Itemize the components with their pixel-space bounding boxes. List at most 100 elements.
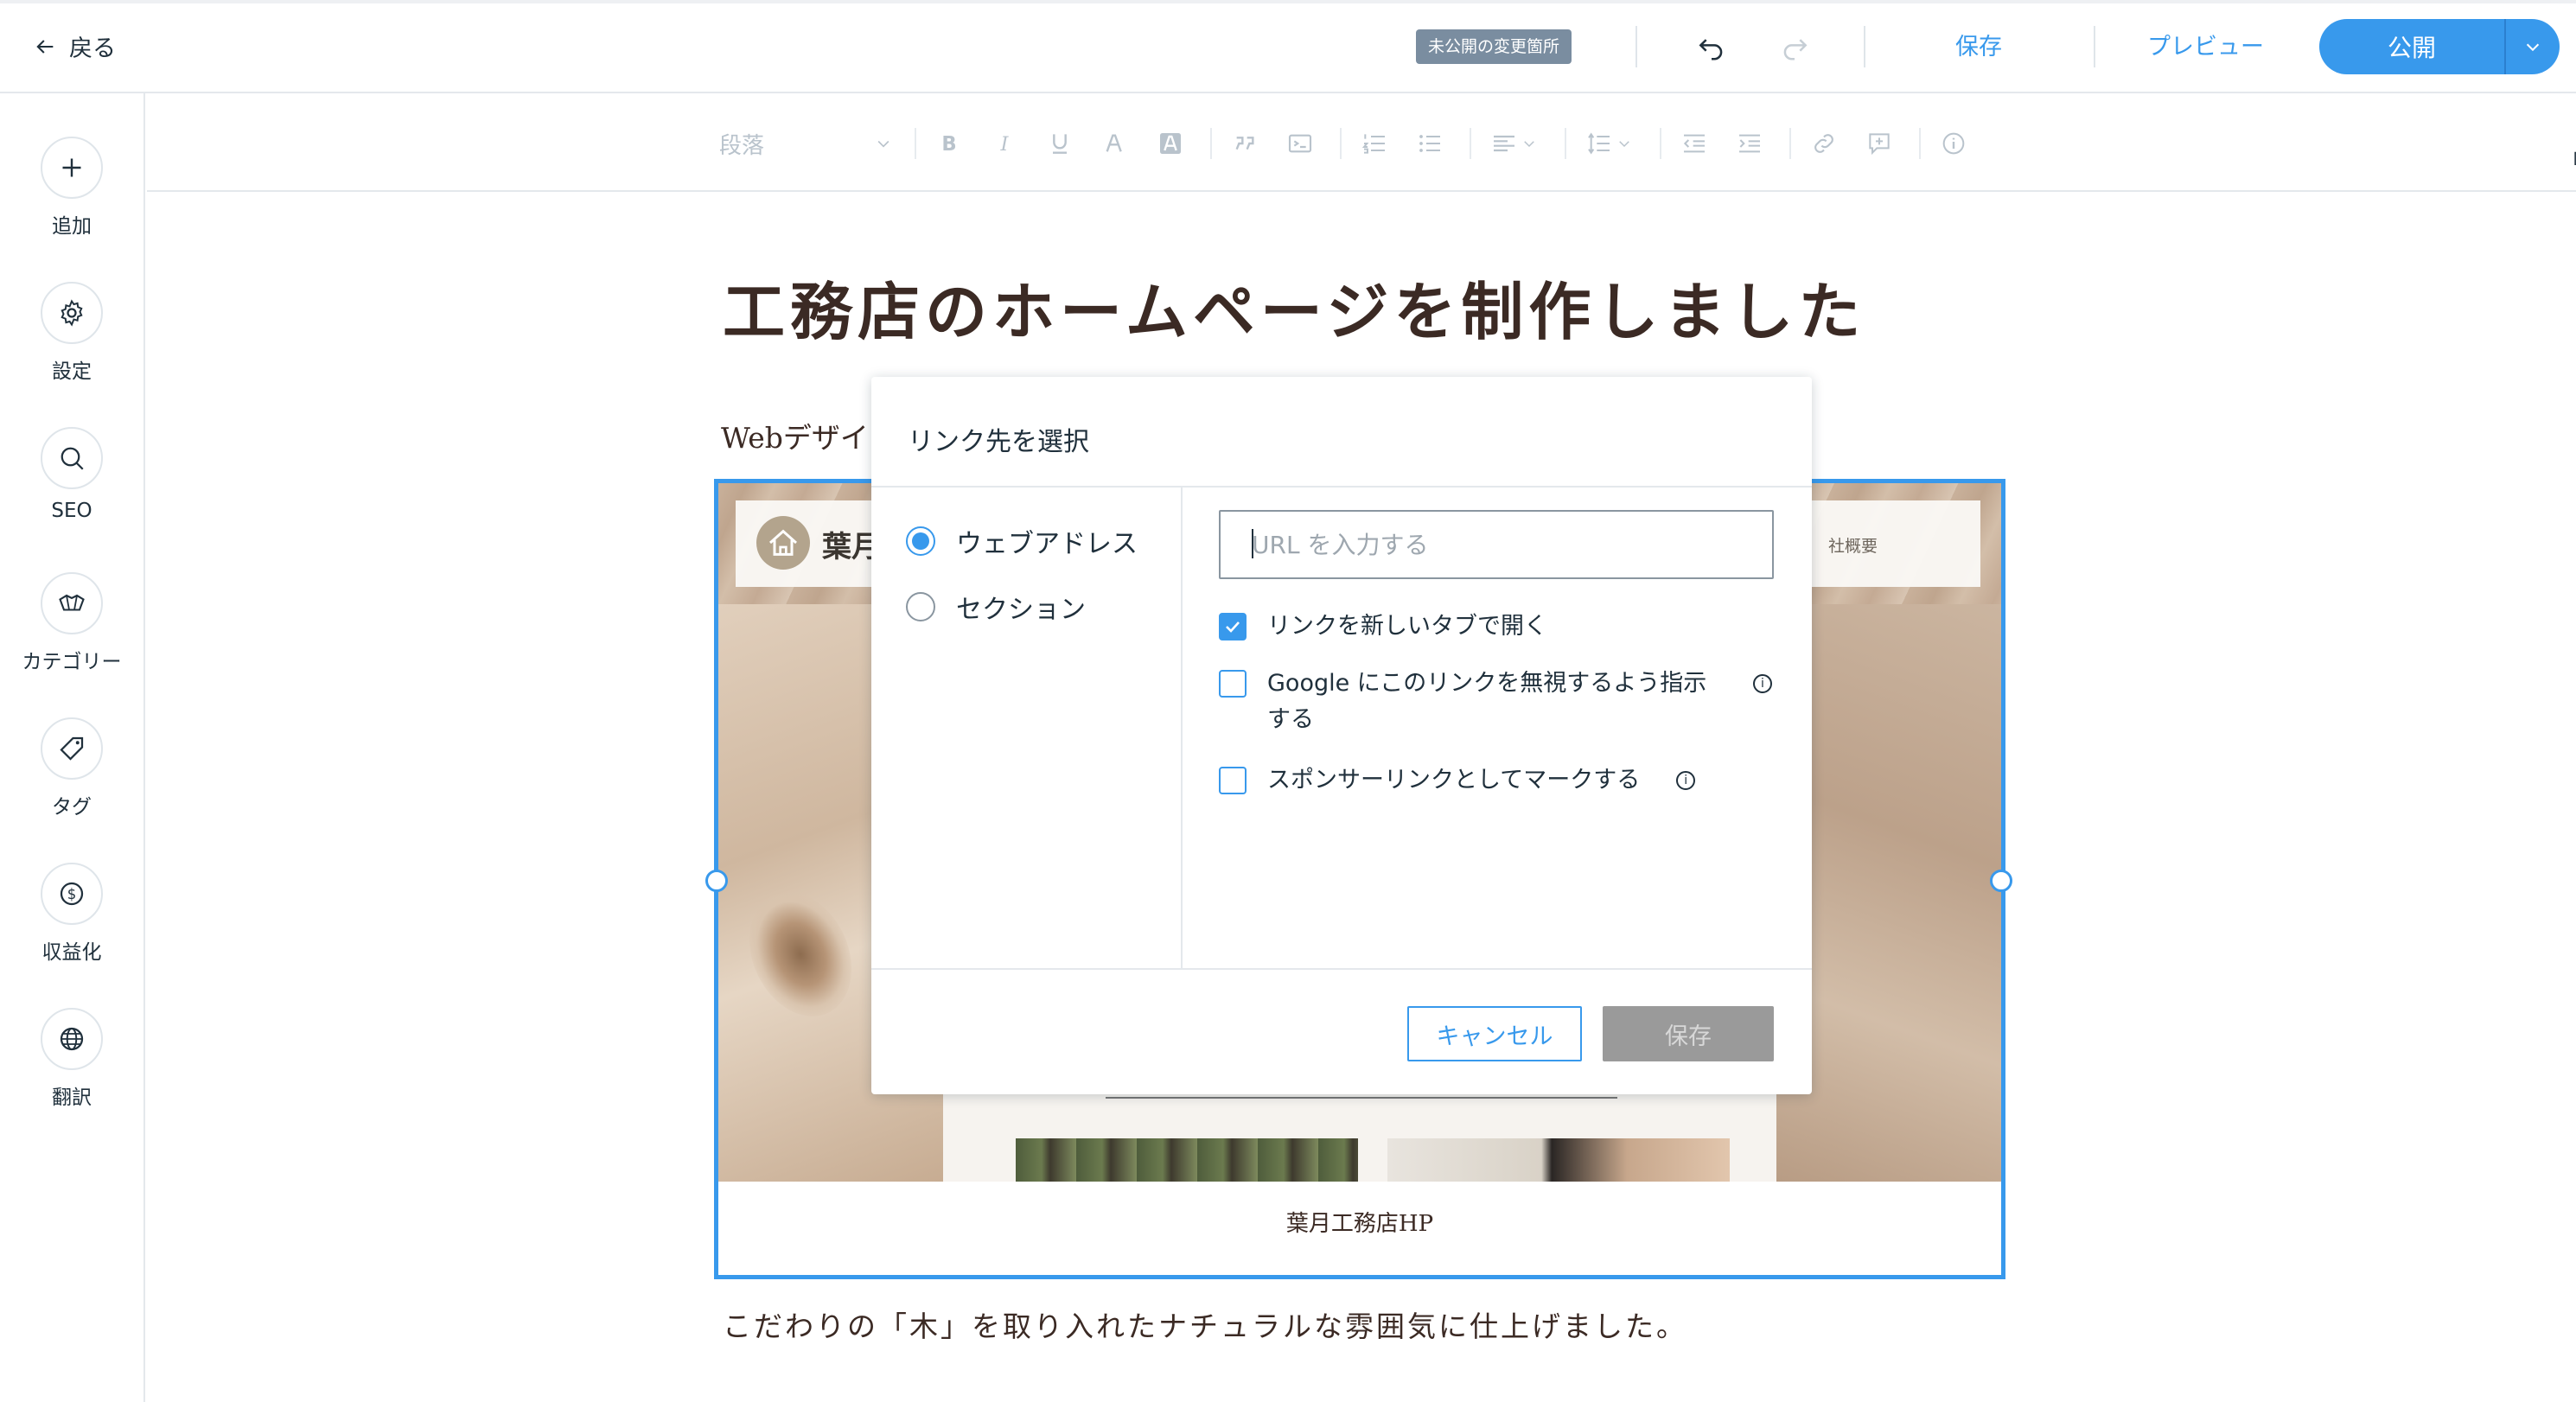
dialog-title: リンク先を選択 xyxy=(908,427,1089,457)
numbered-list-button[interactable] xyxy=(1361,126,1388,161)
website-mockup-photo-workshop xyxy=(1387,1138,1730,1182)
undo-button[interactable] xyxy=(1691,26,1732,67)
italic-button[interactable]: I xyxy=(991,126,1018,161)
resize-handle-right[interactable] xyxy=(1990,870,2012,892)
publish-options-button[interactable] xyxy=(2506,37,2560,56)
tag-icon xyxy=(60,736,84,761)
top-bar: 戻る 未公開の変更箇所 保存 プレビュー 公開 xyxy=(0,0,2576,93)
anchor-button[interactable] xyxy=(1865,126,1893,161)
outdent-icon xyxy=(1683,134,1705,153)
divider xyxy=(1565,128,1566,159)
publish-button-group: 公開 xyxy=(2319,19,2560,74)
highlight-icon xyxy=(1160,133,1181,154)
lead-paragraph[interactable]: Webデザイ xyxy=(721,415,877,456)
divider xyxy=(2094,26,2095,67)
quote-button[interactable] xyxy=(1231,126,1259,161)
sidebar-item-settings[interactable]: 設定 xyxy=(0,282,143,384)
sidebar-item-categories[interactable]: カテゴリー xyxy=(0,572,143,674)
bold-button[interactable]: B xyxy=(935,126,963,161)
align-left-icon xyxy=(1494,135,1514,152)
sidebar-item-label: 収益化 xyxy=(41,941,102,964)
publish-button[interactable]: 公開 xyxy=(2319,29,2504,64)
body-paragraph[interactable]: こだわりの「木」を取り入れたナチュラルな雰囲気に仕上げました。 xyxy=(723,1303,1687,1345)
bullet-list-icon xyxy=(1419,135,1440,152)
svg-text:$: $ xyxy=(67,886,77,902)
checkbox-label: Google にこのリンクを無視するよう指示する xyxy=(1267,670,1707,733)
underline-icon xyxy=(1053,134,1067,154)
divider xyxy=(871,486,1812,488)
redo-icon xyxy=(1783,39,1808,61)
divider xyxy=(1864,26,1865,67)
alignment-dropdown[interactable] xyxy=(1490,126,1537,161)
back-button[interactable]: 戻る xyxy=(33,29,116,63)
unpublished-changes-badge: 未公開の変更箇所 xyxy=(1416,29,1572,64)
cancel-button[interactable]: キャンセル xyxy=(1407,1006,1582,1061)
sidebar-item-seo[interactable]: SEO xyxy=(0,427,143,522)
sidebar-item-label: 設定 xyxy=(52,360,92,383)
checkbox-checked[interactable] xyxy=(1219,613,1247,640)
sidebar-item-tags[interactable]: タグ xyxy=(0,717,143,819)
image-caption[interactable]: 葉月工務店HP xyxy=(718,1206,2001,1238)
radio-section[interactable]: セクション xyxy=(906,588,1086,626)
resize-handle-left[interactable] xyxy=(705,870,728,892)
plus-icon xyxy=(62,158,81,177)
quote-icon xyxy=(1235,137,1254,150)
svg-text:I: I xyxy=(1000,133,1010,156)
paragraph-style-value: 段落 xyxy=(719,132,765,159)
sidebar-item-add[interactable]: 追加 xyxy=(0,137,143,239)
search-icon xyxy=(61,447,84,470)
checkbox[interactable] xyxy=(1219,767,1247,794)
preview-button[interactable]: プレビュー xyxy=(2147,28,2264,61)
radio-label: ウェブアドレス xyxy=(956,529,1138,559)
redo-button[interactable] xyxy=(1774,26,1815,67)
divider xyxy=(1789,128,1791,159)
left-sidebar: 追加 設定 SEO カテゴリー タグ $ 収益化 翻訳 xyxy=(0,93,145,1402)
undo-icon xyxy=(1699,39,1723,61)
checkbox[interactable] xyxy=(1219,670,1247,698)
checkbox-label: スポンサーリンクとしてマークする xyxy=(1267,767,1641,793)
checkbox-open-new-tab[interactable]: リンクを新しいタブで開く xyxy=(1219,609,1547,645)
save-button[interactable]: 保存 xyxy=(1955,28,2002,61)
radio-web-address[interactable]: ウェブアドレス xyxy=(906,522,1138,560)
numbered-list-icon xyxy=(1361,134,1385,154)
divider xyxy=(1210,128,1212,159)
info-button[interactable] xyxy=(1940,126,1967,161)
sidebar-item-monetize[interactable]: $ 収益化 xyxy=(0,863,143,965)
info-icon xyxy=(1942,132,1965,155)
italic-icon: I xyxy=(1000,133,1010,156)
indent-icon xyxy=(1739,134,1760,153)
memo-button[interactable]: メモ xyxy=(2573,126,2576,194)
house-logo-icon xyxy=(756,516,810,570)
website-mockup-photo-forest xyxy=(1016,1138,1358,1182)
back-label: 戻る xyxy=(69,35,116,62)
code-block-button[interactable] xyxy=(1286,126,1314,161)
bullet-list-button[interactable] xyxy=(1416,126,1444,161)
format-toolbar: 段落 B I メモ xyxy=(147,95,2576,192)
info-icon[interactable]: i xyxy=(1676,771,1696,790)
dialog-save-button[interactable]: 保存 xyxy=(1603,1006,1774,1061)
radio-button[interactable] xyxy=(906,592,935,621)
paragraph-style-dropdown[interactable]: 段落 xyxy=(719,126,892,161)
url-input[interactable] xyxy=(1219,510,1774,579)
link-button[interactable] xyxy=(1810,126,1838,161)
highlight-button[interactable] xyxy=(1157,126,1184,161)
anchor-icon xyxy=(1869,133,1890,156)
chevron-down-icon xyxy=(1619,141,1629,148)
checkmark-icon xyxy=(1226,621,1240,633)
decrease-indent-button[interactable] xyxy=(1680,126,1708,161)
underline-button[interactable] xyxy=(1046,126,1074,161)
sidebar-item-label: タグ xyxy=(52,796,92,819)
radio-button-selected[interactable] xyxy=(906,526,935,556)
checkbox-sponsored[interactable]: スポンサーリンクとしてマークする i xyxy=(1219,762,1696,799)
website-mockup-divider xyxy=(1106,1097,1617,1099)
category-icon xyxy=(59,594,85,611)
post-title[interactable]: 工務店のホームページを制作しました xyxy=(723,261,1865,352)
increase-indent-button[interactable] xyxy=(1736,126,1763,161)
divider xyxy=(1636,26,1637,67)
line-spacing-dropdown[interactable] xyxy=(1585,126,1632,161)
checkbox-nofollow[interactable]: Google にこのリンクを無視するよう指示する i xyxy=(1219,666,1772,738)
text-color-button[interactable] xyxy=(1101,126,1129,161)
info-icon[interactable]: i xyxy=(1753,674,1772,693)
divider xyxy=(1919,128,1921,159)
sidebar-item-translate[interactable]: 翻訳 xyxy=(0,1008,143,1110)
